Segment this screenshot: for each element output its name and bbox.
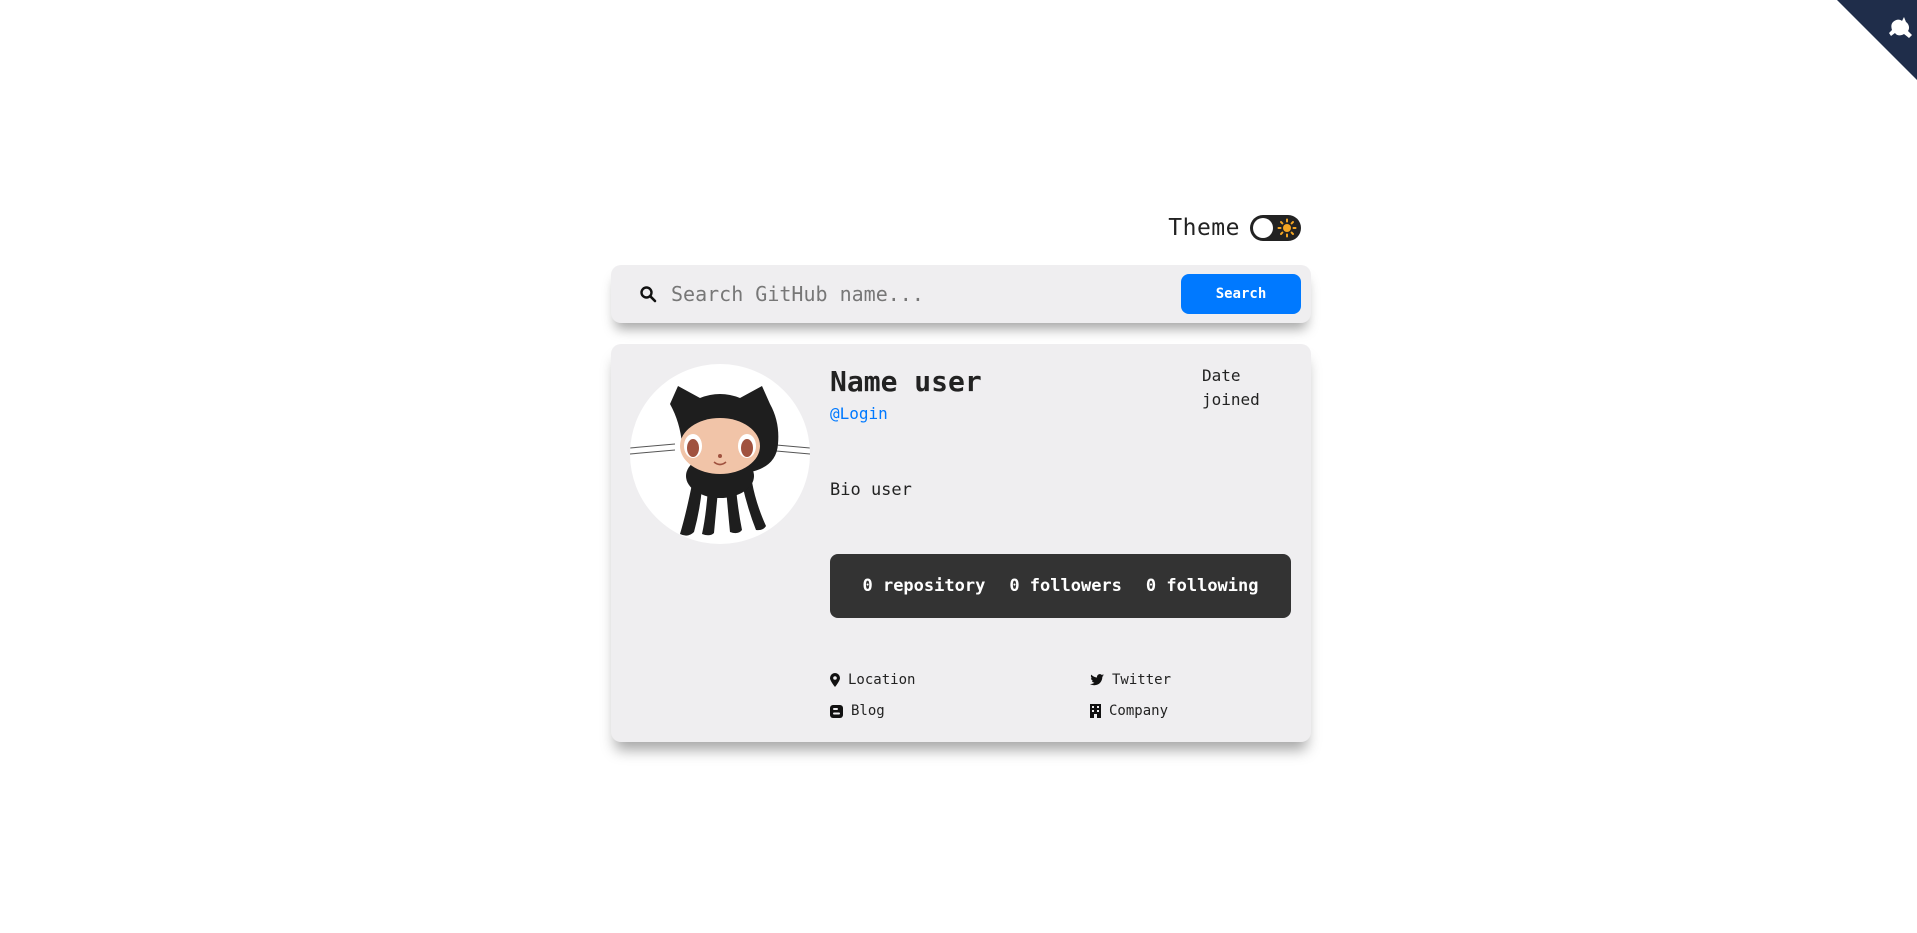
link-twitter[interactable]: Twitter: [1090, 672, 1171, 688]
link-company: Company: [1090, 703, 1168, 719]
building-icon: [1090, 704, 1101, 718]
link-blog-label: Blog: [851, 703, 885, 719]
theme-label: Theme: [1168, 215, 1240, 241]
link-twitter-label: Twitter: [1112, 672, 1172, 688]
profile-card: Name user @Login Date joined Bio user 0 …: [611, 344, 1311, 742]
sun-icon: [1277, 218, 1297, 238]
profile-name: Name user: [830, 365, 982, 398]
theme-row: Theme: [611, 210, 1311, 246]
search-bar: Search: [611, 265, 1311, 323]
profile-login-link[interactable]: @Login: [830, 404, 888, 423]
profile-joined-date: Date joined: [1202, 366, 1260, 409]
profile-stats: 0 repository 0 followers 0 following: [830, 554, 1291, 618]
link-company-label: Company: [1109, 703, 1169, 719]
blogger-icon: [830, 704, 843, 718]
twitter-icon: [1090, 674, 1104, 686]
toggle-knob: [1253, 218, 1273, 238]
stat-repositories: 0 repository: [862, 576, 986, 596]
theme-toggle[interactable]: [1250, 215, 1301, 241]
profile-bio: Bio user: [830, 480, 912, 500]
stat-followers: 0 followers: [1009, 576, 1122, 596]
map-pin-icon: [830, 673, 840, 687]
search-button[interactable]: Search: [1181, 274, 1301, 314]
avatar: [630, 364, 810, 544]
octocat-avatar: [630, 386, 810, 536]
search-icon: [640, 286, 657, 303]
app-container: Theme Search GitHub name... Search Name …: [611, 210, 1311, 742]
github-corner-link[interactable]: [1837, 0, 1917, 80]
search-input[interactable]: [671, 282, 1181, 306]
link-location: Location: [830, 672, 915, 688]
link-blog[interactable]: Blog: [830, 703, 885, 719]
stat-following: 0 following: [1145, 576, 1259, 596]
octocat-corner-icon: [1837, 0, 1917, 80]
link-location-label: Location: [848, 672, 916, 688]
